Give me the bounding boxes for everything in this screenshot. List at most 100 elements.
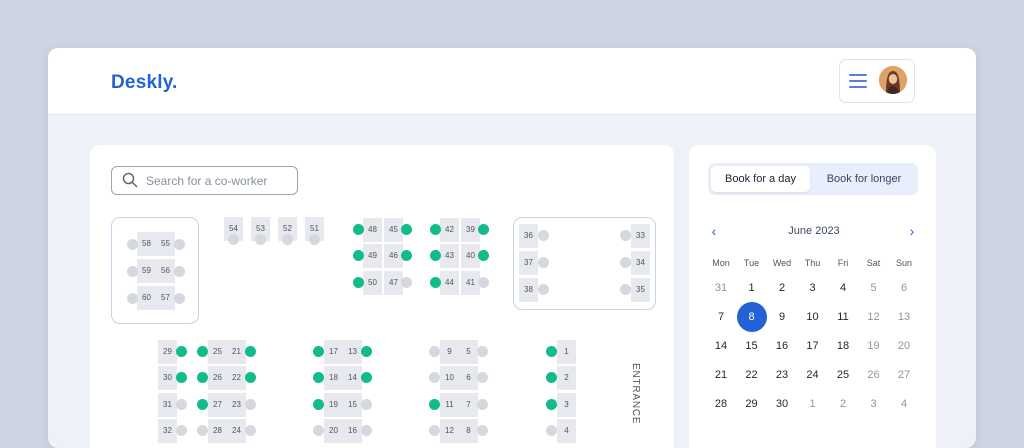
desk-5[interactable]: 5 xyxy=(459,340,478,364)
seat-58-occupied[interactable] xyxy=(127,239,138,250)
desk-10[interactable]: 10 xyxy=(440,366,459,390)
desk-8[interactable]: 8 xyxy=(459,419,478,443)
desk-25[interactable]: 25 xyxy=(208,340,227,364)
calendar-day[interactable]: 3 xyxy=(798,273,828,303)
calendar-day[interactable]: 1 xyxy=(798,389,828,419)
desk-14[interactable]: 14 xyxy=(343,366,362,390)
calendar-day[interactable]: 6 xyxy=(889,273,919,303)
seat-34-occupied[interactable] xyxy=(620,257,631,268)
calendar-day[interactable]: 2 xyxy=(828,389,858,419)
calendar-day[interactable]: 7 xyxy=(706,302,736,332)
calendar-day[interactable]: 16 xyxy=(767,331,797,361)
calendar-day[interactable]: 11 xyxy=(828,302,858,332)
desk-17[interactable]: 17 xyxy=(324,340,343,364)
calendar-day[interactable]: 3 xyxy=(859,389,889,419)
desk-13[interactable]: 13 xyxy=(343,340,362,364)
desk-43[interactable]: 43 xyxy=(440,244,459,268)
seat-23-occupied[interactable] xyxy=(245,399,256,410)
seat-37-occupied[interactable] xyxy=(538,257,549,268)
seat-14-available[interactable] xyxy=(361,372,372,383)
desk-24[interactable]: 24 xyxy=(227,419,246,443)
seat-22-available[interactable] xyxy=(245,372,256,383)
seat-48-available[interactable] xyxy=(353,224,364,235)
seat-55-occupied[interactable] xyxy=(174,239,185,250)
calendar-day[interactable]: 14 xyxy=(706,331,736,361)
seat-1-available[interactable] xyxy=(546,346,557,357)
seat-21-available[interactable] xyxy=(245,346,256,357)
calendar-day[interactable]: 2 xyxy=(767,273,797,303)
desk-42[interactable]: 42 xyxy=(440,218,459,242)
desk-36[interactable]: 36 xyxy=(519,224,538,248)
calendar-day[interactable]: 29 xyxy=(737,389,767,419)
seat-26-available[interactable] xyxy=(197,372,208,383)
calendar-day[interactable]: 18 xyxy=(828,331,858,361)
calendar-day[interactable]: 22 xyxy=(737,360,767,390)
desk-4[interactable]: 4 xyxy=(557,419,576,443)
desk-6[interactable]: 6 xyxy=(459,366,478,390)
calendar-day[interactable]: 30 xyxy=(767,389,797,419)
desk-3[interactable]: 3 xyxy=(557,393,576,417)
desk-30[interactable]: 30 xyxy=(158,366,177,390)
seat-52-occupied[interactable] xyxy=(282,234,293,245)
tab-book-for-a-day[interactable]: Book for a day xyxy=(711,166,810,192)
seat-5-occupied[interactable] xyxy=(477,346,488,357)
desk-1[interactable]: 1 xyxy=(557,340,576,364)
calendar-day[interactable]: 19 xyxy=(859,331,889,361)
desk-60[interactable]: 60 xyxy=(137,286,156,310)
seat-45-available[interactable] xyxy=(401,224,412,235)
seat-27-available[interactable] xyxy=(197,399,208,410)
user-menu-button[interactable] xyxy=(839,59,915,103)
calendar-day[interactable]: 25 xyxy=(828,360,858,390)
desk-21[interactable]: 21 xyxy=(227,340,246,364)
calendar-day[interactable]: 17 xyxy=(798,331,828,361)
calendar-day[interactable]: 24 xyxy=(798,360,828,390)
seat-3-available[interactable] xyxy=(546,399,557,410)
seat-19-available[interactable] xyxy=(313,399,324,410)
desk-23[interactable]: 23 xyxy=(227,393,246,417)
tab-book-for-longer[interactable]: Book for longer xyxy=(813,166,915,192)
calendar-day[interactable]: 31 xyxy=(706,273,736,303)
seat-40-available[interactable] xyxy=(478,250,489,261)
seat-53-occupied[interactable] xyxy=(255,234,266,245)
seat-18-available[interactable] xyxy=(313,372,324,383)
calendar-day[interactable]: 5 xyxy=(859,273,889,303)
seat-17-available[interactable] xyxy=(313,346,324,357)
desk-31[interactable]: 31 xyxy=(158,393,177,417)
desk-56[interactable]: 56 xyxy=(156,259,175,283)
seat-4-occupied[interactable] xyxy=(546,425,557,436)
calendar-day-selected[interactable]: 8 xyxy=(736,302,767,332)
desk-57[interactable]: 57 xyxy=(156,286,175,310)
seat-28-occupied[interactable] xyxy=(197,425,208,436)
calendar-day[interactable]: 20 xyxy=(889,331,919,361)
seat-20-occupied[interactable] xyxy=(313,425,324,436)
chevron-left-icon[interactable]: ‹ xyxy=(707,224,721,238)
seat-6-occupied[interactable] xyxy=(477,372,488,383)
seat-44-available[interactable] xyxy=(430,277,441,288)
desk-2[interactable]: 2 xyxy=(557,366,576,390)
seat-7-occupied[interactable] xyxy=(477,399,488,410)
seat-24-occupied[interactable] xyxy=(245,425,256,436)
desk-50[interactable]: 50 xyxy=(363,271,382,295)
desk-9[interactable]: 9 xyxy=(440,340,459,364)
seat-39-available[interactable] xyxy=(478,224,489,235)
desk-18[interactable]: 18 xyxy=(324,366,343,390)
desk-22[interactable]: 22 xyxy=(227,366,246,390)
calendar-day[interactable]: 28 xyxy=(706,389,736,419)
seat-41-occupied[interactable] xyxy=(478,277,489,288)
seat-51-occupied[interactable] xyxy=(309,234,320,245)
seat-31-occupied[interactable] xyxy=(176,399,187,410)
seat-43-available[interactable] xyxy=(430,250,441,261)
desk-28[interactable]: 28 xyxy=(208,419,227,443)
desk-15[interactable]: 15 xyxy=(343,393,362,417)
seat-33-occupied[interactable] xyxy=(620,230,631,241)
seat-13-available[interactable] xyxy=(361,346,372,357)
seat-11-available[interactable] xyxy=(429,399,440,410)
seat-42-available[interactable] xyxy=(430,224,441,235)
seat-38-occupied[interactable] xyxy=(538,284,549,295)
desk-37[interactable]: 37 xyxy=(519,251,538,275)
seat-29-available[interactable] xyxy=(176,346,187,357)
desk-35[interactable]: 35 xyxy=(631,278,650,302)
desk-27[interactable]: 27 xyxy=(208,393,227,417)
desk-44[interactable]: 44 xyxy=(440,271,459,295)
seat-36-occupied[interactable] xyxy=(538,230,549,241)
